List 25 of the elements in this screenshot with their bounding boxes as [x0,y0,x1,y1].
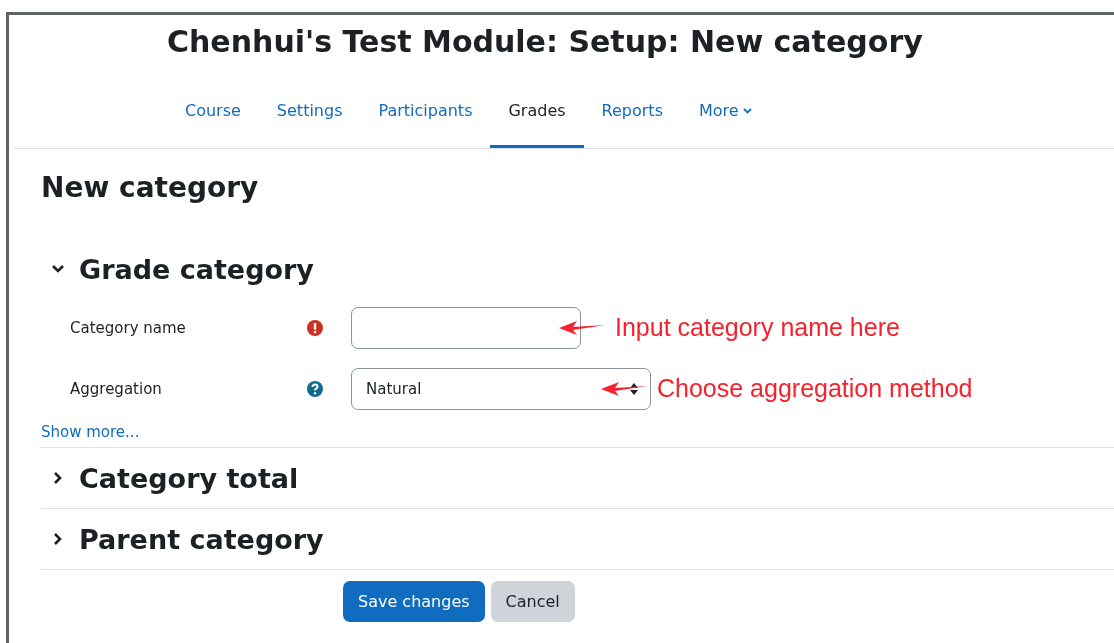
section-title[interactable]: Category total [79,462,299,494]
sort-icon [630,382,638,395]
page-title: Chenhui's Test Module: Setup: New category [166,23,924,61]
nav-tab[interactable]: Settings [258,76,361,148]
page-heading: New category [41,170,260,206]
select-field[interactable]: Natural [351,367,651,410]
section-title[interactable]: Grade category [79,253,314,285]
help-icon[interactable] [307,380,323,397]
annotation-text: Choose aggregation method [657,374,973,403]
cancel-button[interactable]: Cancel [490,581,575,622]
input-field[interactable] [351,306,581,349]
nav-tab[interactable]: Course [167,76,259,148]
nav-tab[interactable]: More [680,76,770,148]
arrow-icon [559,319,605,336]
annotation-text: Input category name here [615,313,900,342]
field-label: Category name [69,318,187,337]
nav-tab[interactable]: Reports [583,76,681,148]
nav-tab[interactable]: Participants [360,76,491,148]
save-button[interactable]: Save changes [343,581,485,622]
nav-tab[interactable]: Grades [490,76,584,148]
section-title[interactable]: Parent category [79,523,324,555]
field-label: Aggregation [69,379,163,398]
arrow-icon [601,380,647,397]
show-more-link[interactable]: Show more... [41,419,1114,448]
caret-icon [742,107,752,114]
